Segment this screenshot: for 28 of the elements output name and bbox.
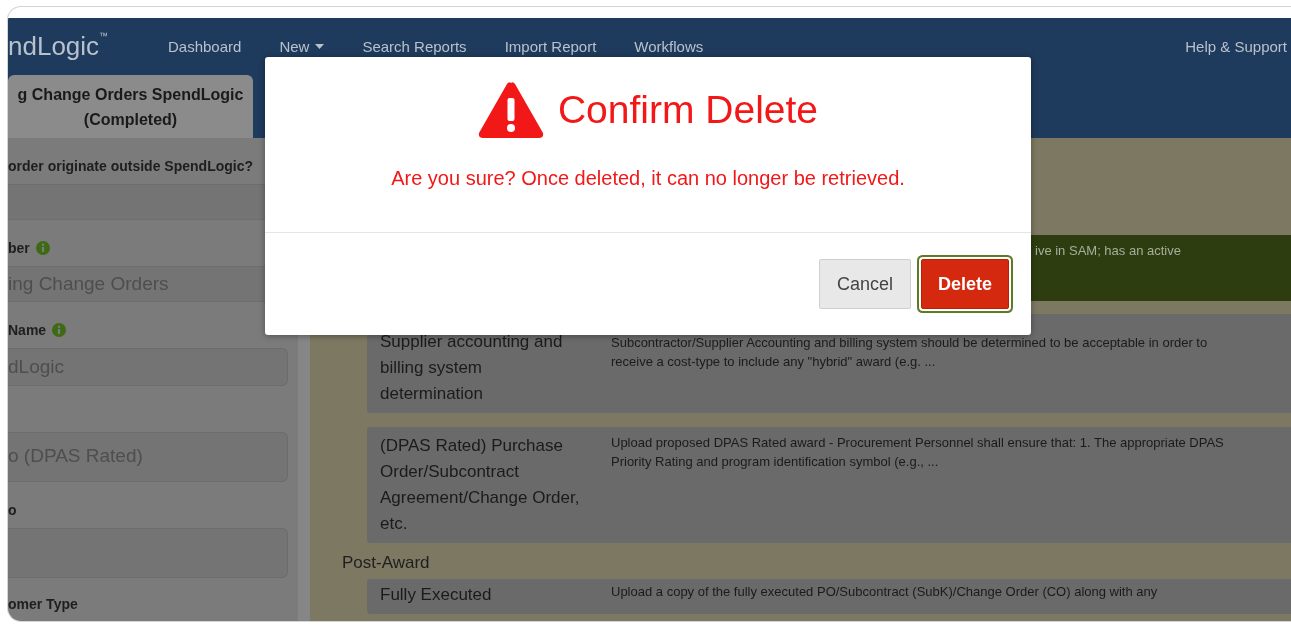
field-label: omer Type [8, 596, 78, 612]
cancel-button[interactable]: Cancel [819, 259, 911, 309]
card-title: Fully Executed [380, 584, 493, 606]
field-label: order originate outside SpendLogic? [8, 158, 253, 174]
field-label: o [8, 502, 17, 518]
field-label: ber [8, 240, 30, 256]
card-description: Upload proposed DPAS Rated award - Procurement Personnel shall ensure that: 1. The appropriate DPAS Priority Rating and program identification symbol (e.g., ... [611, 434, 1225, 471]
card-title: Supplier accounting and billing system determination [380, 331, 564, 405]
section-heading: Post-Award [342, 553, 430, 573]
info-icon [52, 323, 67, 337]
caret-icon [315, 44, 325, 49]
nav-link[interactable]: Workflows [634, 38, 704, 55]
nav-link[interactable]: Dashboard [168, 38, 242, 55]
alert-text: ive in SAM; has an active [1035, 243, 1181, 258]
card-description: Upload a copy of the fully executed PO/Subcontract (SubK)/Change Order (CO) along with any [611, 583, 1159, 601]
logo[interactable]: ndLogic$^{™}$ [8, 31, 168, 62]
warning-icon [477, 81, 544, 139]
nav-link[interactable]: New [279, 38, 325, 55]
card-description: Subcontractor/Supplier Accounting and billing system should be determined to be acceptable in order to receive a cost-type to include any "hybrid" award (e.g. ... [611, 334, 1209, 371]
nav-link[interactable]: Help & Support [1185, 38, 1287, 55]
dialog-title: Confirm Delete [557, 88, 819, 132]
card-title: (DPAS Rated) Purchase Order/Subcontract Agreement/Change Order, etc. [380, 435, 581, 535]
nav-link[interactable]: Import Report [504, 38, 597, 55]
info-icon [35, 241, 50, 255]
record-tab[interactable]: g Change Orders SpendLogic (Completed) [8, 75, 253, 138]
field-label: Name [8, 322, 47, 338]
nav-link[interactable]: Search Reports [362, 38, 467, 55]
dialog-message: Are you sure? Once deleted, it can no longer be retrieved. [391, 167, 905, 190]
